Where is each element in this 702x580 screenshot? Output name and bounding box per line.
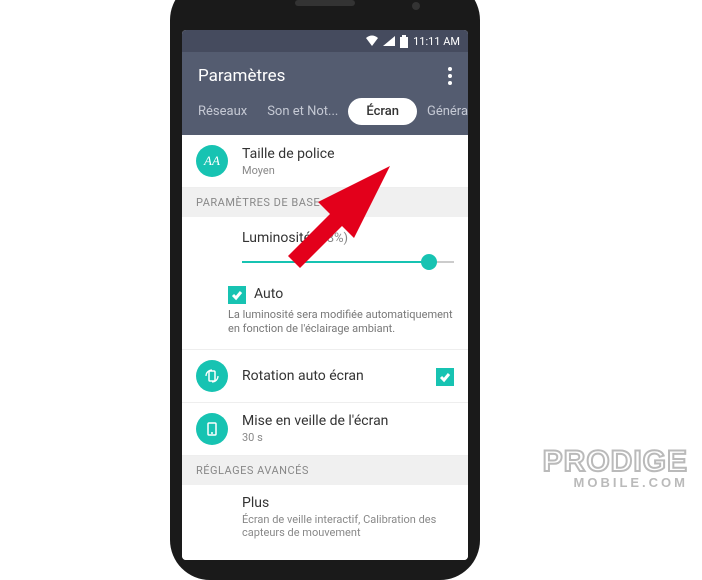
- rotation-row[interactable]: Rotation auto écran: [182, 350, 468, 403]
- rotation-title: Rotation auto écran: [242, 368, 422, 384]
- more-row[interactable]: Plus Écran de veille interactif, Calibra…: [182, 485, 468, 549]
- brightness-icon: [196, 286, 214, 337]
- auto-brightness-row[interactable]: Auto La luminosité sera modifiée automat…: [182, 278, 468, 350]
- section-advanced: RÉGLAGES AVANCÉS: [182, 456, 468, 485]
- tabs: Réseaux Son et Not... Écran Généralités: [182, 94, 468, 135]
- slider-thumb[interactable]: [421, 254, 437, 270]
- auto-checkbox[interactable]: [228, 286, 246, 304]
- settings-list[interactable]: AA Taille de police Moyen PARAMÈTRES DE …: [182, 135, 468, 560]
- sleep-icon: [196, 413, 228, 445]
- watermark-sub: MOBILE.COM: [543, 475, 688, 490]
- brightness-percent: (88%): [315, 231, 348, 246]
- status-bar: 11:11 AM: [182, 30, 468, 52]
- page-title: Paramètres: [198, 66, 285, 86]
- tab-sound[interactable]: Son et Not...: [257, 98, 348, 125]
- brightness-slider[interactable]: [242, 252, 454, 272]
- rotation-icon: [196, 360, 228, 392]
- sleep-title: Mise en veille de l'écran: [242, 413, 454, 429]
- battery-icon: [399, 35, 409, 48]
- brightness-label: Luminosité: [242, 230, 311, 246]
- tab-general[interactable]: Généralités: [417, 98, 468, 125]
- font-size-value: Moyen: [242, 164, 454, 177]
- watermark: PRODIGE MOBILE.COM: [543, 445, 688, 490]
- header: Paramètres: [182, 52, 468, 94]
- more-sub: Écran de veille interactif, Calibration …: [242, 513, 454, 539]
- rotation-checkbox[interactable]: [436, 368, 454, 386]
- font-size-row[interactable]: AA Taille de police Moyen: [182, 135, 468, 188]
- tab-display[interactable]: Écran: [348, 98, 417, 125]
- auto-label: Auto: [254, 286, 283, 302]
- font-size-icon: AA: [196, 145, 228, 177]
- overflow-menu-icon[interactable]: [448, 67, 452, 85]
- sleep-row[interactable]: Mise en veille de l'écran 30 s: [182, 403, 468, 456]
- signal-icon: [383, 36, 395, 46]
- auto-description: La luminosité sera modifiée automatiquem…: [228, 308, 454, 337]
- status-time: 11:11 AM: [413, 35, 460, 48]
- watermark-main: PRODIGE: [543, 445, 688, 479]
- tab-networks[interactable]: Réseaux: [188, 98, 257, 125]
- section-base: PARAMÈTRES DE BASE: [182, 188, 468, 217]
- phone-frame: 11:11 AM Paramètres Réseaux Son et Not..…: [170, 0, 480, 580]
- more-title: Plus: [242, 495, 454, 511]
- wifi-icon: [365, 35, 379, 47]
- sleep-value: 30 s: [242, 431, 454, 444]
- font-size-title: Taille de police: [242, 146, 454, 162]
- brightness-row: Luminosité (88%): [182, 217, 468, 278]
- screen: 11:11 AM Paramètres Réseaux Son et Not..…: [182, 30, 468, 560]
